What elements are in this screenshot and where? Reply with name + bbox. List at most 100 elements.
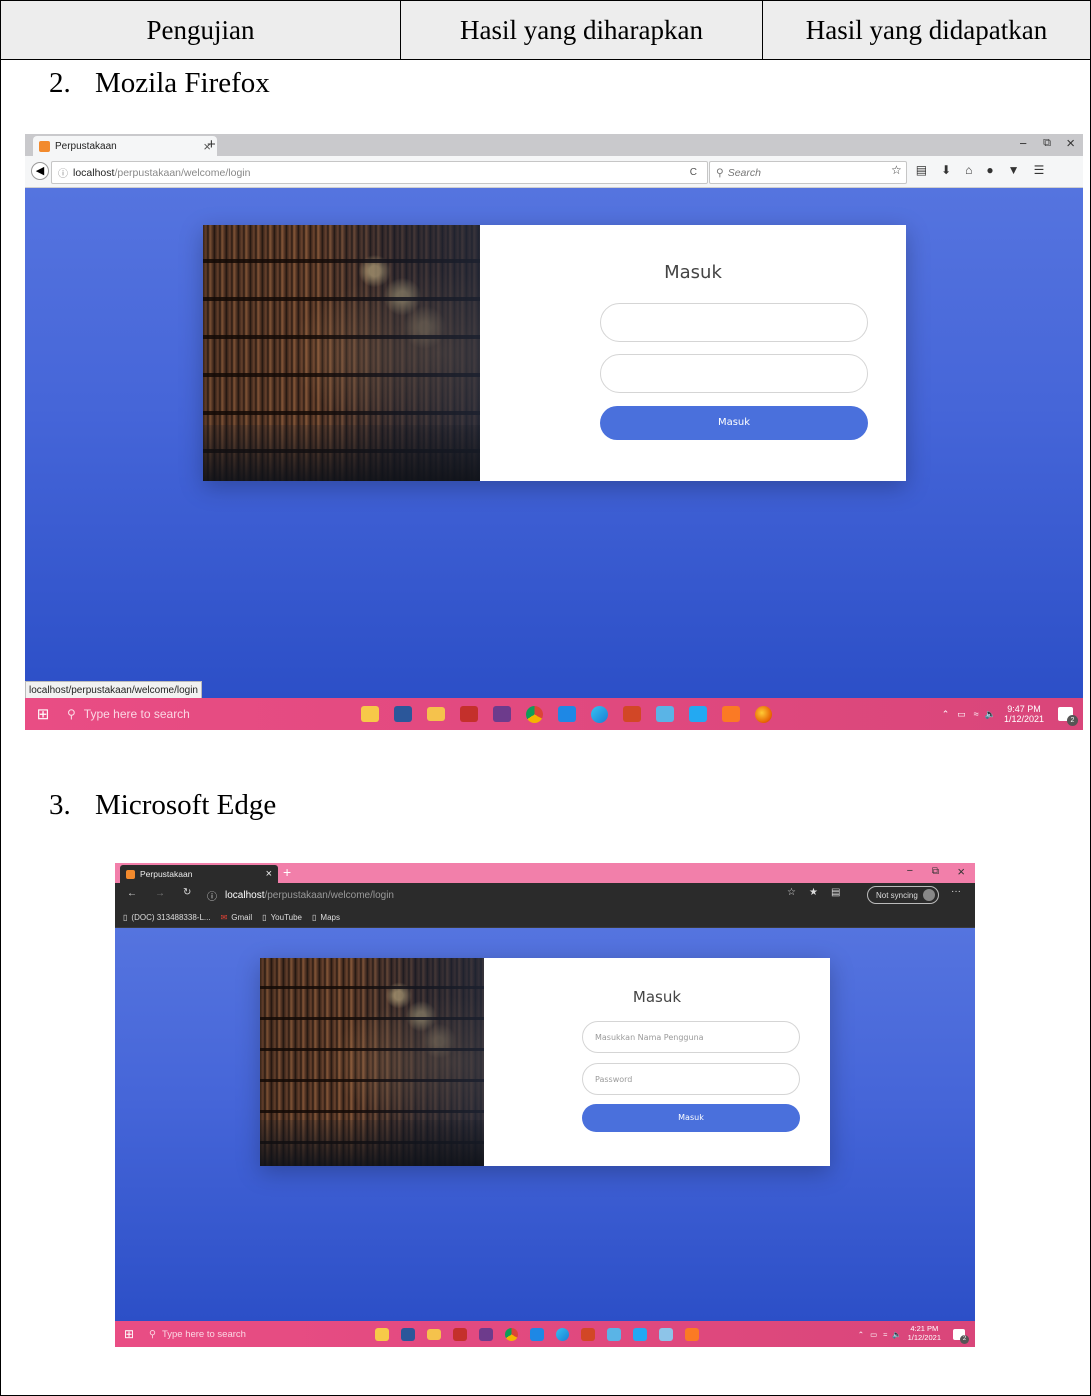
edge-page-content: Masuk Masuk [115,928,975,1321]
bookmark-youtube[interactable]: ▯ YouTube [262,913,302,922]
section-title: Microsoft Edge [95,789,277,821]
password-input[interactable] [582,1063,800,1095]
vscode-icon[interactable] [689,706,707,722]
windows-taskbar: ⊞ ⚲ Type here to search [115,1321,975,1347]
menu-icon[interactable]: ☰ [1034,163,1045,177]
battery-icon[interactable]: ▭ [957,709,966,720]
firefox-nav-bar: ◀ ⓘ localhost/perpustakaan/welcome/login… [25,156,1083,188]
edge-icon[interactable] [591,705,608,723]
xampp-icon[interactable] [685,1327,699,1341]
chrome-icon[interactable] [526,705,543,723]
paint-icon[interactable] [659,1327,673,1341]
username-input[interactable] [600,303,868,342]
wifi-icon[interactable]: ≈ [974,709,979,719]
forward-arrow-icon[interactable]: → [155,888,165,899]
chrome-icon[interactable] [505,1327,518,1341]
username-input[interactable] [582,1021,800,1053]
home-icon[interactable]: ⌂ [965,163,972,177]
login-button[interactable]: Masuk [600,406,868,440]
library-icon[interactable]: ▤ [916,163,927,177]
bookmark-star-icon[interactable]: ☆ [891,163,902,177]
search-icon: ⚲ [149,1328,156,1340]
firefox-icon[interactable] [755,705,772,723]
header-hasil-didapatkan: Hasil yang didapatkan [805,14,1048,45]
battery-icon[interactable]: ▭ [870,1330,877,1339]
app-icon[interactable] [607,1327,621,1341]
app-icon[interactable] [656,706,674,722]
restore-button[interactable]: ⧉ [932,866,939,877]
tray-chevron-icon[interactable]: ⌃ [942,709,950,720]
back-arrow-icon[interactable]: ← [127,888,137,899]
close-window-button[interactable]: × [957,864,965,879]
media-icon[interactable] [530,1327,544,1341]
tube-app-icon[interactable] [453,1327,467,1341]
chat-icon[interactable]: ● [986,163,993,177]
bookmark-maps[interactable]: ▯ Maps [312,913,340,922]
tube-app-icon[interactable] [460,706,478,722]
word-icon[interactable] [401,1327,415,1341]
bookmark-doc[interactable]: ▯ (DOC) 313488338-L... [123,913,211,922]
xampp-icon[interactable] [722,706,740,722]
powerpoint-icon[interactable] [623,706,641,722]
back-arrow-icon[interactable]: ◀ [31,162,49,180]
volume-icon[interactable]: 🔈 [892,1330,901,1339]
windows-start-icon[interactable]: ⊞ [25,705,61,723]
tray-chevron-icon[interactable]: ⌃ [858,1330,864,1339]
more-menu-icon[interactable]: ··· [951,886,961,897]
new-tab-button[interactable]: + [283,864,291,880]
store-icon[interactable] [375,1327,389,1341]
spss-icon[interactable] [479,1327,493,1341]
media-icon[interactable] [558,706,576,722]
firefox-address-bar[interactable]: ⓘ localhost/perpustakaan/welcome/login C [51,161,708,184]
section-firefox-heading: 2. Mozila Firefox [49,67,270,100]
login-button[interactable]: Masuk [582,1104,800,1132]
taskbar-search[interactable]: ⚲ Type here to search [143,1329,375,1340]
page-icon: ▯ [262,912,267,922]
page-icon: ▯ [312,912,317,922]
firefox-search-bar[interactable]: ⚲ Search [709,161,907,184]
collections-icon[interactable]: ▤ [831,887,840,898]
spss-icon[interactable] [493,706,511,722]
notification-icon[interactable]: 2 [1058,707,1078,726]
store-icon[interactable] [361,706,379,722]
favorite-star-icon[interactable]: ☆ [787,887,796,898]
file-explorer-icon[interactable] [427,1328,441,1340]
download-icon[interactable]: ⬇ [941,163,951,177]
minimize-button[interactable]: − [1019,136,1027,151]
notification-icon[interactable]: 2 [953,1328,969,1344]
taskbar-search[interactable]: ⚲ Type here to search [61,707,361,721]
refresh-icon[interactable]: ↻ [183,887,191,898]
wifi-icon[interactable]: ≈ [883,1330,887,1339]
login-card: Masuk Masuk [260,958,830,1166]
favorites-icon[interactable]: ★ [809,887,818,898]
reload-icon[interactable]: C [690,167,697,178]
taskbar-clock[interactable]: 4:21 PM 1/12/2021 [908,1325,941,1342]
edge-icon[interactable] [556,1327,569,1341]
gmail-icon: ✉ [220,912,228,922]
file-explorer-icon[interactable] [427,707,445,721]
sync-button[interactable]: Not syncing [867,886,939,904]
pocket-icon[interactable]: ▼ [1008,163,1020,177]
taskbar-clock[interactable]: 9:47 PM 1/12/2021 [1004,704,1044,725]
powerpoint-icon[interactable] [581,1327,595,1341]
section-edge-heading: 3. Microsoft Edge [49,789,276,822]
windows-start-icon[interactable]: ⊞ [115,1327,143,1341]
vscode-icon[interactable] [633,1327,647,1341]
firefox-tab[interactable]: Perpustakaan × [33,136,217,156]
section-title: Mozila Firefox [95,67,270,99]
restore-button[interactable]: ⧉ [1043,137,1051,150]
edge-tab[interactable]: Perpustakaan × [120,865,278,883]
edge-address-bar[interactable]: ⓘ localhost/perpustakaan/welcome/login [207,886,807,904]
close-window-button[interactable]: × [1066,135,1075,152]
tab-close-icon[interactable]: × [266,868,272,880]
header-hasil-diharapkan: Hasil yang diharapkan [401,1,763,59]
edge-nav-bar: ← → ↻ ⓘ localhost/perpustakaan/welcome/l… [115,883,975,907]
new-tab-button[interactable]: + [207,136,216,153]
bookmark-gmail[interactable]: ✉ Gmail [221,913,253,922]
word-icon[interactable] [394,706,412,722]
volume-icon[interactable]: 🔈 [985,709,996,720]
password-input[interactable] [600,354,868,393]
notification-count: 2 [1067,715,1078,726]
windows-taskbar: ⊞ ⚲ Type here to search [25,698,1083,730]
minimize-button[interactable]: − [907,865,913,877]
